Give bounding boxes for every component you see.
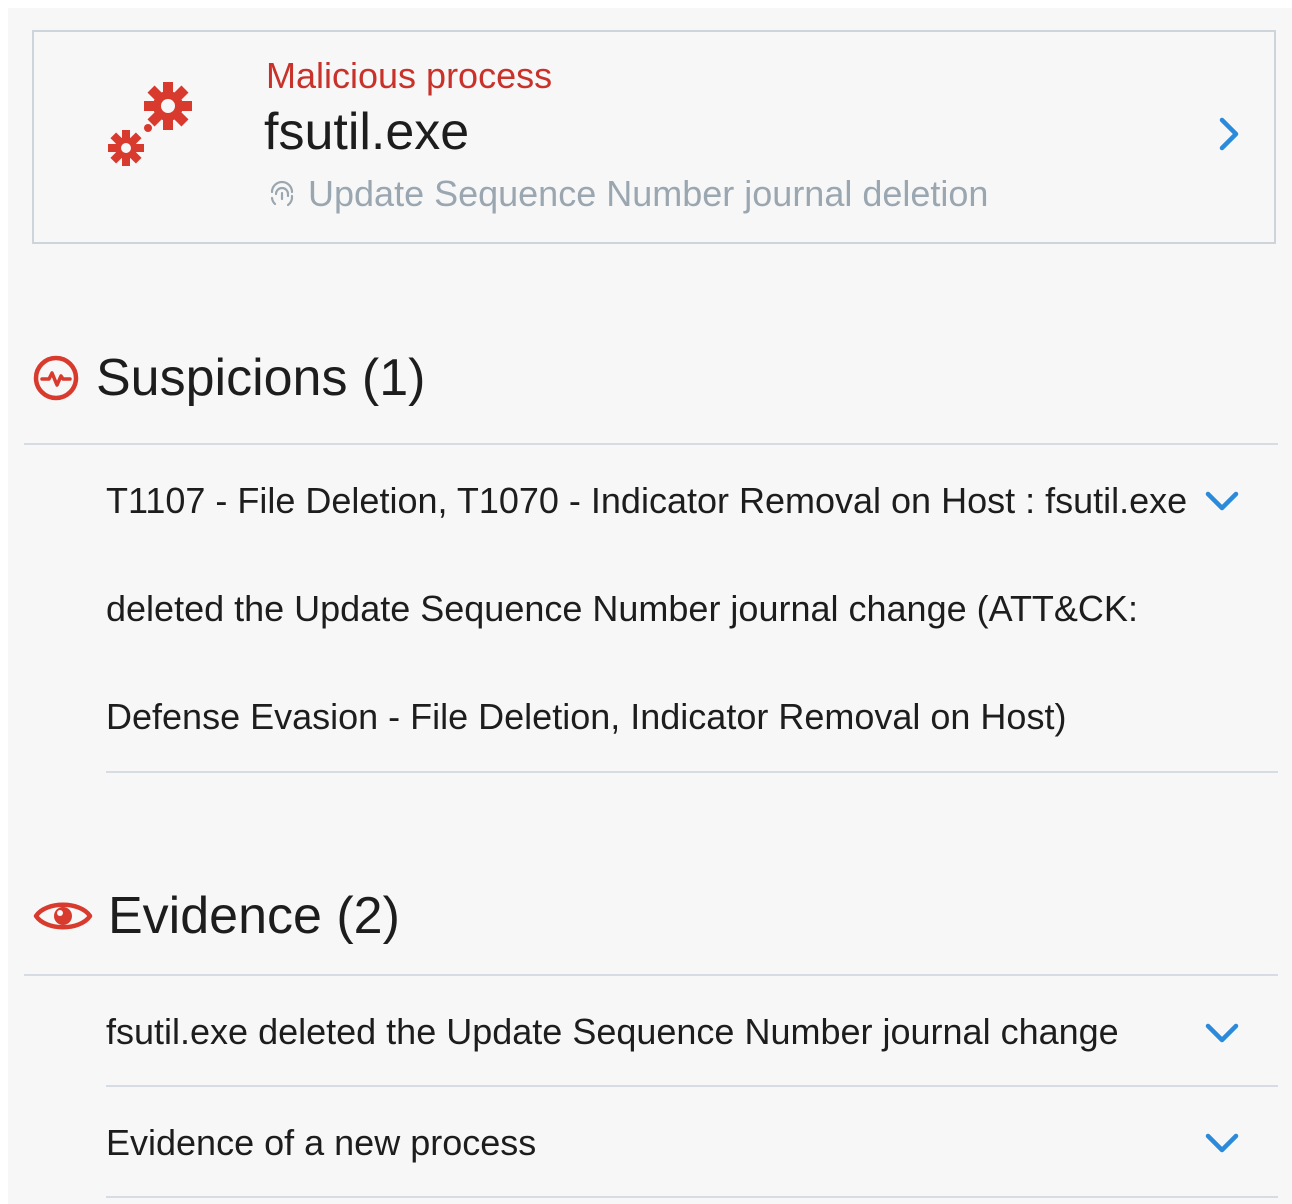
process-category: Malicious process bbox=[266, 55, 553, 96]
chevron-down-icon[interactable] bbox=[1202, 1018, 1242, 1046]
process-subtitle-row: Update Sequence Number journal deletion bbox=[266, 172, 988, 216]
suspicion-item-divider bbox=[106, 771, 1278, 773]
gears-icon bbox=[108, 82, 192, 166]
process-card[interactable]: Malicious process fsutil.exe Update Sequ… bbox=[32, 30, 1276, 244]
process-subtitle: Update Sequence Number journal deletion bbox=[308, 173, 989, 214]
alert-details-panel: Malicious process fsutil.exe Update Sequ… bbox=[8, 8, 1292, 1204]
evidence-title: Evidence (2) bbox=[108, 887, 400, 945]
evidence-divider bbox=[24, 974, 1278, 976]
suspicion-line-1: T1107 - File Deletion, T1070 - Indicator… bbox=[106, 480, 1188, 521]
evidence-item-divider bbox=[106, 1196, 1278, 1198]
suspicions-divider bbox=[24, 443, 1278, 445]
eye-icon bbox=[33, 902, 93, 930]
suspicion-line-3: Defense Evasion - File Deletion, Indicat… bbox=[106, 696, 1067, 737]
suspicions-header: Suspicions (1) bbox=[32, 348, 425, 408]
evidence-header: Evidence (2) bbox=[32, 886, 400, 946]
evidence-item-divider bbox=[106, 1085, 1278, 1087]
chevron-down-icon[interactable] bbox=[1202, 486, 1242, 514]
fingerprint-icon bbox=[270, 180, 294, 207]
evidence-item-label: fsutil.exe deleted the Update Sequence N… bbox=[106, 1011, 1119, 1052]
heartbeat-circle-icon bbox=[33, 355, 79, 401]
process-name: fsutil.exe bbox=[264, 103, 470, 161]
suspicion-line-2: deleted the Update Sequence Number journ… bbox=[106, 588, 1138, 629]
evidence-item-label: Evidence of a new process bbox=[106, 1122, 537, 1163]
chevron-down-icon[interactable] bbox=[1202, 1128, 1242, 1156]
chevron-right-icon[interactable] bbox=[1210, 114, 1246, 154]
suspicions-title: Suspicions (1) bbox=[96, 349, 426, 407]
